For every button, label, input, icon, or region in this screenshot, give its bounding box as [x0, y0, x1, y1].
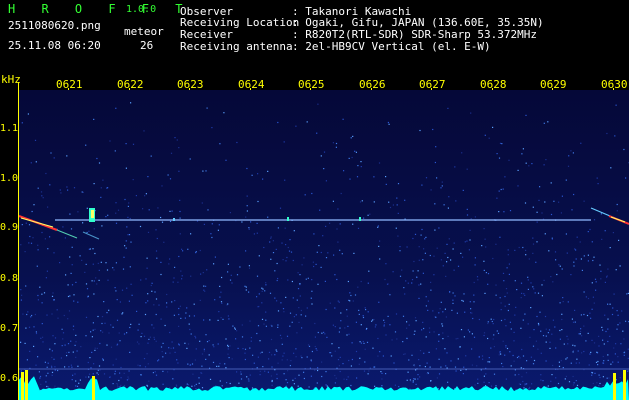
- app-name: H R O F F T: [8, 2, 192, 16]
- spectrogram: [19, 90, 629, 400]
- datetime: 25.11.08 06:20: [8, 39, 101, 52]
- info-key-antenna: Receiving antenna: [180, 40, 293, 53]
- meteor-label: meteor: [124, 25, 164, 38]
- y-tick-label: 0.6: [0, 373, 19, 384]
- spectrogram-background: [19, 90, 629, 400]
- meteor-count: 26: [140, 39, 154, 52]
- y-tick-label: 1.1: [0, 123, 19, 134]
- y-tick-label: 0.8: [0, 273, 19, 284]
- filename: 2511080620.png: [8, 19, 101, 32]
- spectrogram-plot: [19, 90, 629, 400]
- header: H R O F F T 1.0.0 2511080620.png meteor …: [0, 0, 629, 74]
- app-version: 1.0.0: [126, 4, 157, 15]
- y-tick-label: 0.9: [0, 222, 19, 233]
- y-tick-label: 1.0: [0, 173, 19, 184]
- y-tick-label: 0.7: [0, 323, 19, 334]
- info-value-antenna: : 2el-HB9CV Vertical (el. E-W): [292, 40, 491, 53]
